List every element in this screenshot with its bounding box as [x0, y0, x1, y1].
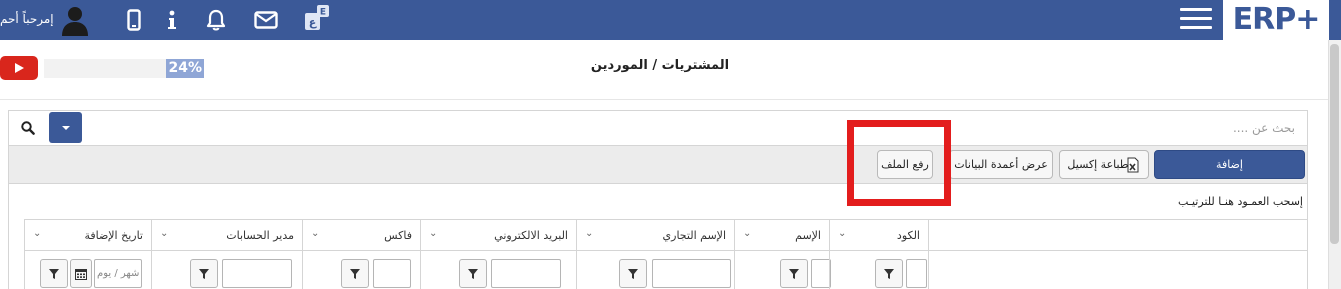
grid-header-row: ⌄ تاريخ الإضافة ⌄ مدير الحسابات ⌄ فاكس ⌄…	[24, 219, 1307, 251]
chevron-down-icon[interactable]: ⌄	[33, 228, 41, 239]
column-header-name[interactable]: ⌄ الإسم	[734, 220, 829, 251]
logo-plus: +	[1295, 2, 1320, 37]
chevron-down-icon[interactable]: ⌄	[429, 228, 437, 239]
filter-cell-account-manager	[151, 251, 302, 289]
filter-button[interactable]	[780, 259, 808, 288]
filter-icon	[49, 268, 59, 279]
column-header-label: الإسم	[795, 229, 821, 242]
filter-icon	[468, 268, 478, 279]
filter-icon	[884, 268, 894, 279]
account-manager-filter-input[interactable]	[222, 259, 292, 288]
trade-name-filter-input[interactable]	[652, 259, 731, 288]
search-input[interactable]	[89, 113, 1303, 143]
chevron-down-icon[interactable]: ⌄	[160, 228, 168, 239]
email-filter-input[interactable]	[491, 259, 561, 288]
progress-bar: 24%	[44, 59, 204, 78]
column-header-label: البريد الالكتروني	[494, 229, 568, 242]
column-header-label: الكود	[896, 229, 920, 242]
fax-filter-input[interactable]	[373, 259, 411, 288]
menu-hamburger-icon[interactable]	[1180, 6, 1212, 32]
user-avatar-icon[interactable]	[60, 4, 90, 36]
column-header-date-added[interactable]: ⌄ تاريخ الإضافة	[24, 220, 151, 251]
chevron-down-icon[interactable]: ⌄	[838, 228, 846, 239]
search-button[interactable]	[13, 115, 43, 141]
grid-filter-row: شهر / يوم	[24, 251, 1307, 289]
column-header-label: فاكس	[384, 229, 412, 242]
filter-icon	[789, 268, 799, 279]
erp-logo[interactable]: ERP +	[1223, 0, 1329, 40]
svg-text:E: E	[320, 8, 326, 18]
show-columns-button[interactable]: عرض أعمدة البيانات	[949, 150, 1053, 179]
filter-cell-email	[420, 251, 576, 289]
filter-button[interactable]	[459, 259, 487, 288]
date-placeholder: شهر / يوم	[97, 268, 140, 279]
mobile-icon[interactable]	[122, 8, 146, 32]
search-bar	[9, 111, 1307, 145]
chevron-down-icon[interactable]: ⌄	[585, 228, 593, 239]
search-icon	[21, 121, 35, 135]
filter-cell-name	[734, 251, 831, 289]
youtube-play-icon	[15, 63, 24, 73]
filter-cell-trade-name	[576, 251, 734, 289]
caret-down-icon	[61, 125, 70, 130]
column-header-account-manager[interactable]: ⌄ مدير الحسابات	[151, 220, 302, 251]
highlight-box	[847, 120, 951, 206]
calendar-button[interactable]	[70, 259, 92, 288]
excel-file-icon	[1127, 157, 1139, 172]
filter-icon	[199, 268, 209, 279]
column-header-label: الإسم التجاري	[662, 229, 726, 242]
svg-text:ع: ع	[309, 16, 317, 29]
group-drop-hint: إسحب العمـود هنـا للترتيـب	[1177, 195, 1303, 208]
filter-cell-code	[829, 251, 929, 289]
language-icon[interactable]: E ع	[302, 4, 332, 34]
info-icon[interactable]	[160, 8, 184, 32]
add-button[interactable]: إضافة	[1154, 150, 1305, 179]
filter-icon	[628, 268, 638, 279]
top-navbar: إمرحباً أحم E ع ERP +	[0, 0, 1341, 40]
bell-icon[interactable]	[204, 8, 228, 32]
column-header-trade-name[interactable]: ⌄ الإسم التجاري	[576, 220, 734, 251]
chevron-down-icon[interactable]: ⌄	[311, 228, 319, 239]
youtube-play-button[interactable]	[0, 56, 38, 80]
filter-icon	[350, 268, 360, 279]
chevron-down-icon[interactable]: ⌄	[743, 228, 751, 239]
welcome-text[interactable]: إمرحباً أحم	[0, 12, 54, 26]
mail-icon[interactable]	[254, 8, 278, 32]
column-header-label: تاريخ الإضافة	[84, 229, 143, 242]
column-header-email[interactable]: ⌄ البريد الالكتروني	[420, 220, 576, 251]
scrollbar-thumb[interactable]	[1330, 44, 1339, 244]
date-filter-input[interactable]: شهر / يوم	[94, 259, 142, 288]
excel-print-button[interactable]: طباعة إكسيل	[1059, 150, 1149, 179]
column-header-label: مدير الحسابات	[226, 229, 294, 242]
filter-button[interactable]	[619, 259, 647, 288]
search-options-dropdown[interactable]	[49, 112, 82, 143]
filter-button[interactable]	[341, 259, 369, 288]
page-title: المشتريات / الموردين	[590, 58, 730, 73]
filter-button[interactable]	[190, 259, 218, 288]
filter-cell-date-added: شهر / يوم	[24, 251, 151, 289]
filter-button[interactable]	[40, 259, 68, 288]
calendar-icon	[75, 268, 87, 280]
filter-button[interactable]	[875, 259, 903, 288]
grid-toolbar: إضافة طباعة إكسيل عرض أعمدة البيانات رفع…	[9, 145, 1307, 184]
name-filter-input[interactable]	[811, 259, 831, 288]
suppliers-panel: إضافة طباعة إكسيل عرض أعمدة البيانات رفع…	[8, 110, 1308, 289]
code-filter-input[interactable]	[906, 259, 927, 288]
filter-cell-fax	[302, 251, 420, 289]
excel-print-label: طباعة إكسيل	[1067, 158, 1129, 171]
progress-label: 24%	[168, 60, 202, 76]
column-header-fax[interactable]: ⌄ فاكس	[302, 220, 420, 251]
logo-text: ERP	[1232, 2, 1297, 37]
column-header-code[interactable]: ⌄ الكود	[829, 220, 929, 251]
